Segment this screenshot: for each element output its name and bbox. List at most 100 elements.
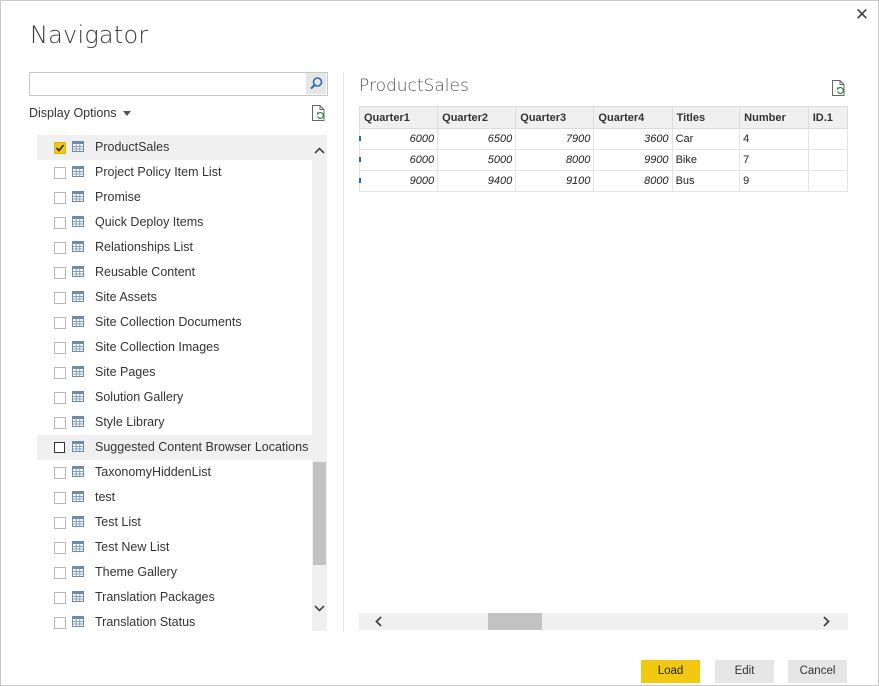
table-cell: 6000	[359, 149, 439, 171]
list-item[interactable]: Promise	[37, 185, 312, 210]
list-item[interactable]: Suggested Content Browser Locations	[37, 435, 312, 460]
list-item-label: Reusable Content	[95, 265, 196, 279]
list-item-label: Site Pages	[95, 365, 156, 379]
table-cell: 9000	[359, 170, 439, 192]
search-input[interactable]	[29, 72, 328, 96]
item-checkbox[interactable]	[54, 167, 66, 179]
list-item-label: Site Assets	[95, 290, 157, 304]
list-item[interactable]: Translation Status	[37, 610, 312, 631]
table-cell: 3600	[593, 128, 673, 150]
table-icon	[72, 616, 84, 627]
row-marker	[359, 136, 361, 141]
item-checkbox[interactable]	[54, 292, 66, 304]
table-cell: 8000	[593, 170, 673, 192]
list-item[interactable]: Site Collection Documents	[37, 310, 312, 335]
navigator-list: ProductSales Project Policy Item List Prom…	[37, 135, 312, 631]
refresh-icon[interactable]	[311, 104, 327, 122]
table-cell: 7900	[515, 128, 595, 150]
dialog-title: Navigator	[30, 21, 149, 49]
table-icon	[72, 316, 84, 327]
table-cell	[807, 170, 848, 192]
preview-horizontal-scrollbar[interactable]	[359, 613, 848, 630]
list-item[interactable]: Style Library	[37, 410, 312, 435]
item-checkbox[interactable]	[54, 317, 66, 329]
table-header-row: Quarter1 Quarter2 Quarter3 Quarter4 Titles Nu…	[359, 106, 848, 129]
list-item[interactable]: ProductSales	[37, 135, 312, 160]
item-checkbox[interactable]	[54, 592, 66, 604]
panel-divider	[343, 72, 344, 632]
item-checkbox[interactable]	[54, 542, 66, 554]
column-header[interactable]: Number	[739, 106, 809, 129]
list-item-label: Suggested Content Browser Locations	[95, 440, 309, 454]
cancel-button[interactable]: Cancel	[788, 660, 847, 683]
preview-table: Quarter1 Quarter2 Quarter3 Quarter4 Titles Nu…	[359, 106, 848, 192]
item-checkbox[interactable]	[54, 392, 66, 404]
column-header[interactable]: Quarter3	[515, 106, 595, 129]
list-item[interactable]: Site Collection Images	[37, 335, 312, 360]
list-item[interactable]: Site Pages	[37, 360, 312, 385]
scroll-left-button[interactable]	[370, 613, 388, 630]
table-cell: 9	[739, 170, 809, 192]
column-header[interactable]: Quarter1	[359, 106, 439, 129]
close-button[interactable]: ✕	[852, 5, 872, 25]
item-checkbox[interactable]	[54, 417, 66, 429]
list-item[interactable]: Solution Gallery	[37, 385, 312, 410]
list-item-label: Relationships List	[95, 240, 193, 254]
row-marker	[359, 178, 361, 183]
scroll-up-button[interactable]	[312, 139, 327, 161]
table-cell	[807, 149, 848, 171]
table-icon	[72, 141, 84, 152]
column-header[interactable]: Titles	[671, 106, 741, 129]
table-cell: 9900	[593, 149, 673, 171]
table-icon	[72, 291, 84, 302]
chevron-right-icon	[823, 616, 830, 627]
item-checkbox[interactable]	[54, 342, 66, 354]
item-checkbox[interactable]	[53, 441, 65, 453]
list-item[interactable]: Translation Packages	[37, 585, 312, 610]
refresh-icon[interactable]	[831, 79, 847, 97]
item-checkbox[interactable]	[54, 217, 66, 229]
edit-button[interactable]: Edit	[715, 660, 774, 683]
list-item[interactable]: Theme Gallery	[37, 560, 312, 585]
table-cell: 9400	[437, 170, 517, 192]
scroll-right-button[interactable]	[817, 613, 835, 630]
item-checkbox[interactable]	[54, 267, 66, 279]
table-icon	[72, 391, 84, 402]
item-checkbox[interactable]	[54, 617, 66, 629]
item-checkbox[interactable]	[54, 517, 66, 529]
search-button[interactable]	[306, 73, 326, 94]
list-item[interactable]: Project Policy Item List	[37, 160, 312, 185]
list-item[interactable]: Test List	[37, 510, 312, 535]
column-header[interactable]: Quarter4	[593, 106, 673, 129]
list-item-label: Test List	[95, 515, 141, 529]
item-checkbox[interactable]	[54, 242, 66, 254]
list-item[interactable]: Site Assets	[37, 285, 312, 310]
list-scrollbar-thumb[interactable]	[313, 462, 326, 565]
item-checkbox[interactable]	[54, 192, 66, 204]
table-icon	[72, 441, 84, 452]
list-item[interactable]: test	[37, 485, 312, 510]
load-button[interactable]: Load	[641, 660, 700, 683]
list-item[interactable]: Quick Deploy Items	[37, 210, 312, 235]
scroll-down-button[interactable]	[312, 598, 327, 620]
table-icon	[72, 416, 84, 427]
list-item[interactable]: Relationships List	[37, 235, 312, 260]
item-checkbox[interactable]	[54, 142, 66, 154]
list-item[interactable]: Test New List	[37, 535, 312, 560]
column-header[interactable]: Quarter2	[437, 106, 517, 129]
table-icon	[72, 341, 84, 352]
item-checkbox[interactable]	[54, 492, 66, 504]
table-row: 6000 5000 8000 9900 Bike 7	[359, 149, 848, 171]
list-item[interactable]: TaxonomyHiddenList	[37, 460, 312, 485]
item-checkbox[interactable]	[54, 467, 66, 479]
list-item-label: Project Policy Item List	[95, 165, 222, 179]
table-cell: Car	[671, 128, 741, 150]
list-item-label: Translation Status	[95, 615, 196, 629]
preview-grid: Quarter1 Quarter2 Quarter3 Quarter4 Titles Nu…	[359, 106, 848, 192]
display-options-dropdown[interactable]: Display Options	[29, 106, 131, 120]
item-checkbox[interactable]	[54, 367, 66, 379]
column-header[interactable]: ID.1	[807, 106, 848, 129]
list-item[interactable]: Reusable Content	[37, 260, 312, 285]
horizontal-scrollbar-thumb[interactable]	[488, 613, 542, 630]
item-checkbox[interactable]	[54, 567, 66, 579]
